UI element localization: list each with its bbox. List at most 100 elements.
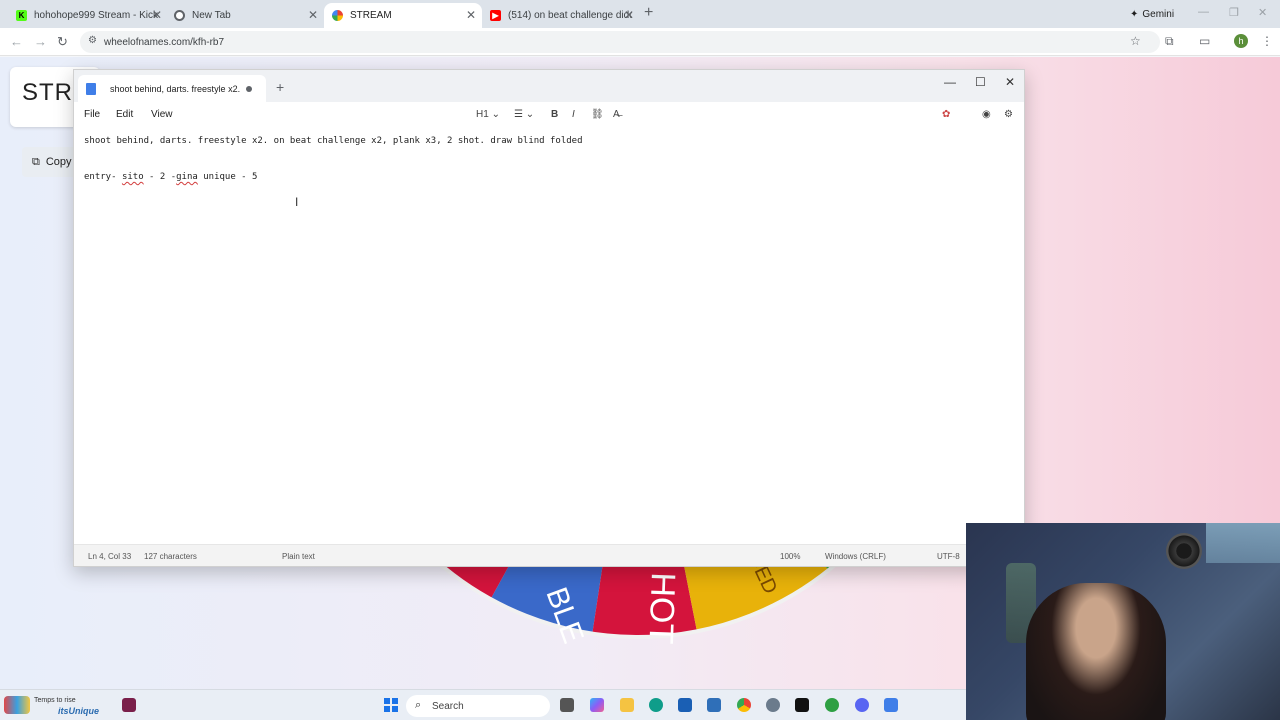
notepad-minimize-icon[interactable]: — (944, 75, 956, 89)
gemini-icon: ✦ (1130, 8, 1139, 20)
bold-button[interactable]: B (551, 109, 558, 120)
taskbar-search[interactable]: ⌕ Search (406, 695, 550, 717)
encoding[interactable]: UTF-8 (937, 552, 960, 561)
browser-tab-strip: K hohohope999 Stream - Kick ✕ New Tab ✕ … (0, 0, 1280, 28)
tab-title: hohohope999 Stream - Kick (34, 10, 158, 21)
forward-icon[interactable]: → (34, 34, 47, 49)
browser-toolbar: ← → ↻ ⚙ wheelofnames.com/kfh-rb7 ☆ ⧉ ▭ ⋮ (0, 28, 1280, 56)
notepad-titlebar: shoot behind, darts. freestyle x2. + — ☐… (74, 70, 1024, 102)
youtube-favicon-icon: ▶ (490, 10, 501, 21)
text-line: shoot behind, darts. freestyle x2. on be… (84, 136, 583, 146)
weather-widget[interactable]: Temps to rise itsUnique (4, 692, 124, 718)
heading-label: H1 (476, 109, 489, 120)
text-fragment: entry- (84, 172, 122, 182)
notepad-taskbar-icon[interactable] (884, 698, 898, 712)
wheel-favicon-icon (332, 10, 343, 21)
notepad-tab[interactable]: shoot behind, darts. freestyle x2. (78, 75, 266, 102)
character-count: 127 characters (144, 552, 197, 561)
close-window-icon[interactable]: ✕ (1258, 6, 1267, 19)
text-line: entry- sito - 2 -gina unique - 5 (84, 168, 1014, 186)
notepad-window: shoot behind, darts. freestyle x2. + — ☐… (73, 69, 1025, 567)
line-ending[interactable]: Windows (CRLF) (825, 552, 886, 561)
cursor-position: Ln 4, Col 33 (88, 552, 132, 561)
misspelled-word[interactable]: sito (122, 172, 144, 182)
address-bar[interactable]: ⚙ wheelofnames.com/kfh-rb7 (80, 31, 1160, 53)
text-cursor-icon: I (295, 195, 299, 209)
menu-view[interactable]: View (151, 109, 173, 120)
italic-button[interactable]: I (572, 109, 575, 120)
notepad-app-icon (86, 82, 96, 95)
tab-title: STREAM (350, 10, 392, 21)
task-view-icon[interactable] (560, 698, 574, 712)
dartboard (1166, 533, 1202, 569)
taskbar-app-icon[interactable] (122, 698, 136, 712)
list-icon: ☰ (514, 109, 523, 120)
menu-kebab-icon[interactable]: ⋮ (1261, 34, 1273, 48)
zoom-level[interactable]: 100% (780, 552, 800, 561)
notepad-close-icon[interactable]: ✕ (1005, 75, 1015, 89)
edge-browser-icon[interactable] (649, 698, 663, 712)
obs-app-icon[interactable] (795, 698, 809, 712)
vscode-icon[interactable] (707, 698, 721, 712)
discord-icon[interactable] (855, 698, 869, 712)
bookmark-star-icon[interactable]: ☆ (1130, 34, 1141, 48)
kick-favicon-icon: K (16, 10, 27, 21)
green-app-icon[interactable] (825, 698, 839, 712)
extensions-icon[interactable]: ⧉ (1165, 34, 1174, 49)
text-fragment: - 2 - (143, 172, 177, 182)
site-info-icon[interactable]: ⚙ (88, 35, 97, 46)
menu-edit[interactable]: Edit (116, 109, 133, 120)
close-tab-icon[interactable]: ✕ (152, 8, 162, 22)
browser-tab-stream[interactable]: STREAM ✕ (324, 3, 482, 28)
link-icon[interactable]: ⛓ (591, 109, 604, 120)
misspelled-word[interactable]: gina (176, 172, 198, 182)
text-fragment: unique - 5 (197, 172, 258, 182)
close-tab-icon[interactable]: ✕ (624, 8, 634, 22)
search-placeholder: Search (432, 700, 464, 712)
gemini-label: Gemini (1142, 8, 1175, 20)
tab-title: (514) on beat challenge diddy (508, 10, 632, 21)
account-icon[interactable]: ◉ (982, 109, 991, 120)
widget-thumbnail-icon (4, 696, 30, 714)
side-panel-icon[interactable]: ▭ (1199, 34, 1210, 48)
close-tab-icon[interactable]: ✕ (466, 8, 476, 22)
background-shelf (1206, 523, 1280, 563)
webcam-overlay (966, 523, 1280, 720)
browser-tab-youtube[interactable]: ▶ (514) on beat challenge diddy ✕ (482, 3, 640, 28)
gemini-button[interactable]: ✦ Gemini (1122, 6, 1182, 22)
copilot-icon[interactable]: ✿ (942, 109, 950, 120)
notepad-statusbar: Ln 4, Col 33 127 characters Plain text 1… (74, 544, 1024, 566)
menu-file[interactable]: File (84, 109, 100, 120)
notepad-new-tab-icon[interactable]: + (276, 79, 284, 95)
list-dropdown[interactable]: ☰ ⌄ (514, 109, 534, 120)
settings-gear-icon[interactable]: ⚙ (1004, 109, 1013, 120)
store-icon[interactable] (678, 698, 692, 712)
browser-tab-new-tab[interactable]: New Tab ✕ (166, 3, 324, 28)
reload-icon[interactable]: ↻ (57, 34, 68, 50)
notepad-tab-title: shoot behind, darts. freestyle x2. (110, 83, 241, 94)
start-button[interactable] (384, 698, 398, 712)
unsaved-dot-icon[interactable] (246, 86, 252, 92)
browser-tab-kick[interactable]: K hohohope999 Stream - Kick ✕ (8, 3, 168, 28)
new-tab-button[interactable]: + (644, 4, 653, 22)
notepad-maximize-icon[interactable]: ☐ (975, 75, 986, 89)
streamer (1026, 583, 1166, 720)
close-tab-icon[interactable]: ✕ (308, 8, 318, 22)
chevron-down-icon: ⌄ (491, 109, 500, 120)
url-text: wheelofnames.com/kfh-rb7 (104, 36, 225, 48)
clear-formatting-icon[interactable]: A̶ (613, 109, 620, 120)
heading-dropdown[interactable]: H1 ⌄ (476, 109, 500, 120)
search-icon: ⌕ (415, 699, 422, 711)
restore-icon[interactable]: ❐ (1229, 6, 1239, 19)
text-mode[interactable]: Plain text (282, 552, 315, 561)
chrome-app-icon[interactable] (737, 698, 751, 712)
settings-app-icon[interactable] (766, 698, 780, 712)
overlay-brand-text: itsUnique (58, 706, 100, 716)
chrome-favicon-icon (174, 10, 185, 21)
profile-avatar[interactable]: h (1234, 34, 1248, 48)
file-explorer-icon[interactable] (620, 698, 634, 712)
back-icon[interactable]: ← (10, 34, 23, 49)
copilot-app-icon[interactable] (590, 698, 604, 712)
notepad-editor[interactable]: shoot behind, darts. freestyle x2. on be… (84, 132, 1014, 186)
minimize-icon[interactable]: — (1198, 6, 1209, 18)
